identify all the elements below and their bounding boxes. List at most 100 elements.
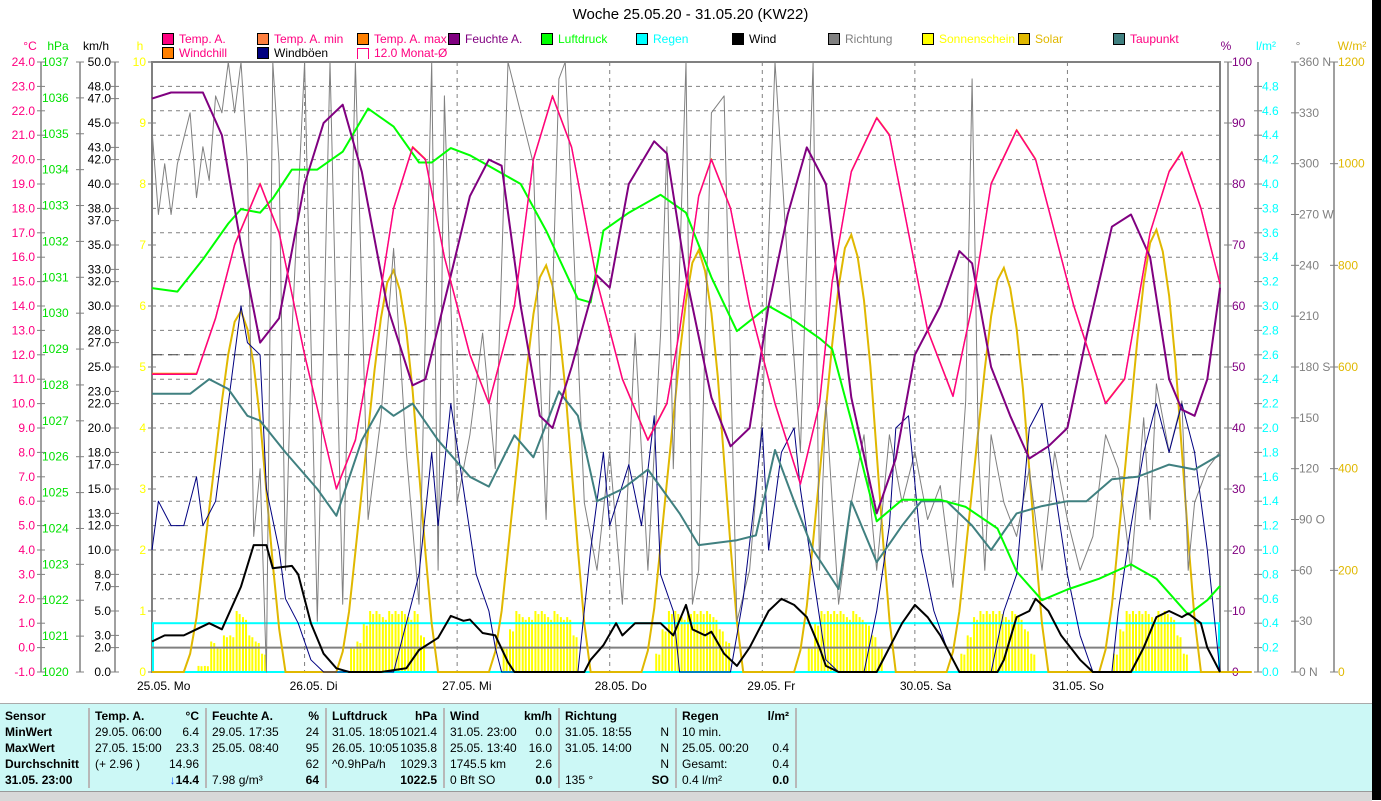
stats-row: 10 min. bbox=[682, 724, 795, 740]
legend-swatch bbox=[357, 33, 369, 45]
value-text: N bbox=[660, 757, 669, 771]
temp-tick-label: 10.0 bbox=[12, 397, 36, 411]
wind-tick-label: 10.0 bbox=[88, 543, 112, 557]
hum-tick-label: 90 bbox=[1232, 116, 1246, 130]
stats-label: 25.05. 08:40 bbox=[212, 741, 279, 755]
temp-tick-label: 20.0 bbox=[12, 153, 36, 167]
stats-value: 0.0 bbox=[535, 724, 552, 740]
value-text: 16.0 bbox=[528, 741, 552, 755]
wind-tick-label: 12.0 bbox=[88, 519, 112, 533]
solar-tick-label: 600 bbox=[1338, 360, 1358, 374]
value-text: 24 bbox=[305, 725, 319, 739]
empty-column bbox=[795, 708, 915, 788]
column-title: Feuchte A. bbox=[212, 709, 273, 723]
solar-tick-label: 400 bbox=[1338, 462, 1358, 476]
legend-swatch bbox=[732, 33, 744, 45]
rain-tick-label: 0.4 bbox=[1262, 616, 1279, 630]
legend-item: Windböen bbox=[257, 46, 328, 60]
dir-tick-label: 240 bbox=[1299, 258, 1319, 272]
temp-a-max-line bbox=[152, 94, 1221, 489]
rain-tick-label: 1.2 bbox=[1262, 519, 1279, 533]
legend-swatch bbox=[636, 33, 648, 45]
stats-value: 16.0 bbox=[529, 740, 552, 756]
legend-swatch bbox=[162, 47, 174, 59]
wind-tick-label: 0.0 bbox=[94, 665, 111, 679]
windb-en-line bbox=[151, 305, 1221, 673]
stats-label: 10 min. bbox=[682, 725, 722, 739]
stats-value: ↓14.4 bbox=[170, 772, 199, 788]
value-text: 1035.8 bbox=[400, 741, 437, 755]
stats-label: 135 ° bbox=[565, 773, 594, 787]
day-label: 26.05. Di bbox=[290, 679, 338, 693]
stats-value: 0.4 bbox=[772, 756, 789, 772]
wind-tick-label: 37.0 bbox=[88, 214, 112, 228]
hum-tick-label: 50 bbox=[1232, 360, 1246, 374]
temp-tick-label: 18.0 bbox=[12, 201, 36, 215]
stats-value: N bbox=[660, 740, 669, 756]
temp-tick-label: 6.0 bbox=[18, 494, 35, 508]
legend-swatch bbox=[541, 33, 553, 45]
stats-row: 31.05. 18:05 1021.4 bbox=[332, 724, 443, 740]
stats-value: SO bbox=[652, 772, 669, 788]
stats-row: 31.05. 14:00 N bbox=[565, 740, 675, 756]
legend-item: 12.0 Monat-Ø bbox=[357, 46, 447, 60]
temp-tick-label: 23.0 bbox=[12, 79, 36, 93]
value-text: 62 bbox=[305, 757, 319, 771]
stats-label: 26.05. 10:05 bbox=[332, 741, 399, 755]
day-label: 28.05. Do bbox=[595, 679, 647, 693]
dir-tick-label: 30 bbox=[1299, 614, 1313, 628]
legend-swatch bbox=[1018, 33, 1030, 45]
column-header: Luftdruck hPa bbox=[332, 708, 443, 724]
wind-tick-label: 32.0 bbox=[88, 275, 112, 289]
sun-tick-label: 3 bbox=[139, 482, 146, 496]
row-label-min: MinWert bbox=[5, 725, 53, 739]
temp-tick-label: 2.0 bbox=[18, 592, 35, 606]
stats-value: 95 bbox=[306, 740, 319, 756]
wind-unit-label: km/h bbox=[83, 39, 109, 53]
stats-row: 135 ° SO bbox=[565, 772, 675, 788]
dir-tick-label: 300 bbox=[1299, 157, 1319, 171]
weather-chart: 25.05. Mo 26.05. Di 27.05. Mi 28.05. Do 29.0… bbox=[12, 39, 1367, 693]
stats-column: Luftdruck hPa 31.05. 18:05 1021.4 26.05. 10:… bbox=[325, 708, 443, 788]
stats-column: Temp. A. °C 29.05. 06:00 6.4 27.05. 15:00 23.… bbox=[88, 708, 205, 788]
hum-tick-label: 60 bbox=[1232, 299, 1246, 313]
day-label: 25.05. Mo bbox=[137, 679, 191, 693]
stats-value: 1021.4 bbox=[400, 724, 437, 740]
solar-tick-label: 1000 bbox=[1338, 157, 1365, 171]
day-label: 31.05. So bbox=[1052, 679, 1104, 693]
legend-swatch bbox=[828, 33, 840, 45]
press-tick-label: 1027 bbox=[42, 414, 69, 428]
value-text: 14.4 bbox=[175, 773, 199, 787]
press-tick-label: 1029 bbox=[42, 342, 69, 356]
hum-tick-label: 70 bbox=[1232, 238, 1246, 252]
rain-tick-label: 4.8 bbox=[1262, 79, 1279, 93]
stats-row: (+ 2.96 ) 14.96 bbox=[95, 756, 205, 772]
dir-tick-label: 330 bbox=[1299, 106, 1319, 120]
day-label: 29.05. Fr bbox=[747, 679, 795, 693]
rain-tick-label: 2.6 bbox=[1262, 348, 1279, 362]
legend-label: Luftdruck bbox=[558, 32, 608, 46]
column-title: Richtung bbox=[565, 709, 617, 723]
temp-tick-label: 8.0 bbox=[18, 445, 35, 459]
value-text: 0.0 bbox=[535, 773, 552, 787]
stats-label: 25.05. 13:40 bbox=[450, 741, 517, 755]
rain-tick-label: 0.6 bbox=[1262, 592, 1279, 606]
rain-tick-label: 3.4 bbox=[1262, 250, 1279, 264]
temp-tick-label: 13.0 bbox=[12, 323, 36, 337]
column-unit: hPa bbox=[414, 709, 437, 723]
stats-row: ↓14.4 bbox=[95, 772, 205, 788]
stats-row: 29.05. 06:00 6.4 bbox=[95, 724, 205, 740]
stats-row: N bbox=[565, 756, 675, 772]
press-tick-label: 1025 bbox=[42, 486, 69, 500]
stats-row: 0.4 l/m² 0.0 bbox=[682, 772, 795, 788]
hum-tick-label: 30 bbox=[1232, 482, 1246, 496]
rain-tick-label: 1.8 bbox=[1262, 445, 1279, 459]
rain-tick-label: 0.0 bbox=[1262, 665, 1279, 679]
legend-label: Windböen bbox=[274, 46, 329, 60]
rain-tick-label: 1.4 bbox=[1262, 494, 1279, 508]
temp-tick-label: 21.0 bbox=[12, 128, 36, 142]
dir-tick-label: 210 bbox=[1299, 309, 1319, 323]
dir-tick-label: 60 bbox=[1299, 563, 1313, 577]
rain-tick-label: 2.8 bbox=[1262, 323, 1279, 337]
wind-tick-label: 45.0 bbox=[88, 116, 112, 130]
